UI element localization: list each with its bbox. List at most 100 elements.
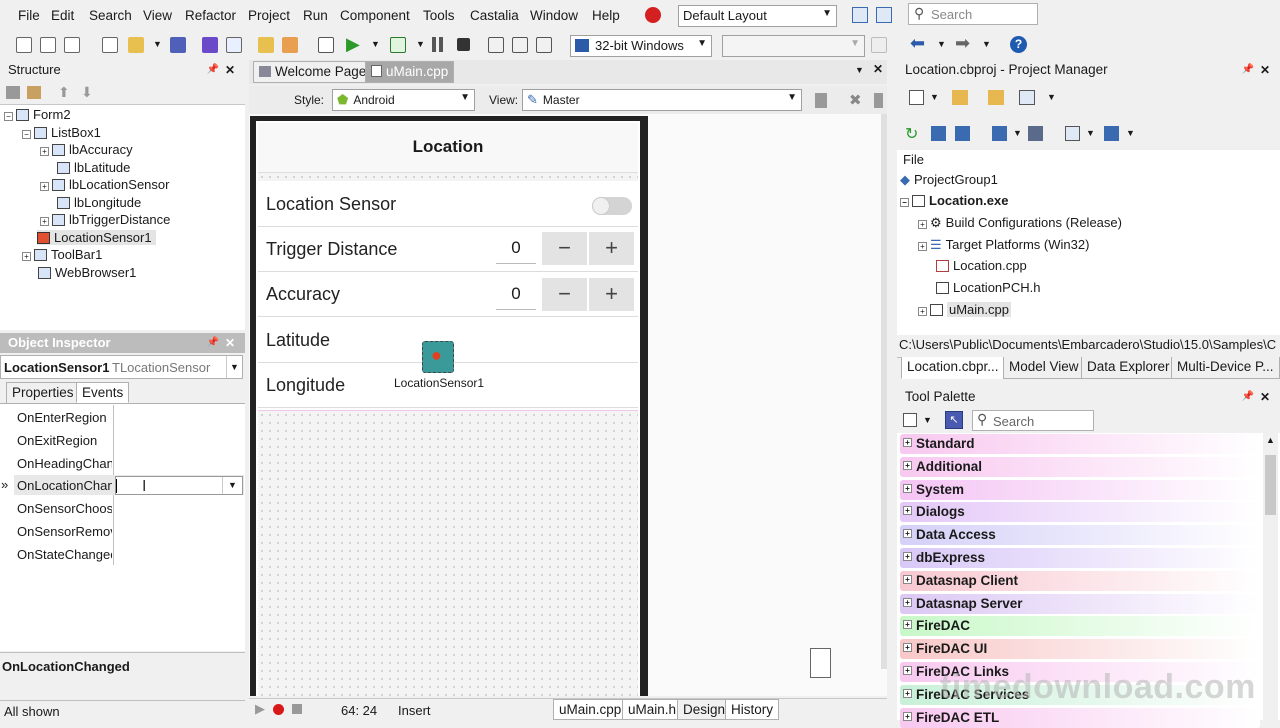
event-onsensorchoosing[interactable]: OnSensorChoos	[17, 501, 112, 516]
menu-tools[interactable]: Tools	[423, 8, 455, 23]
expand-icon[interactable]: +	[903, 666, 912, 675]
expand-icon[interactable]: +	[903, 574, 912, 584]
tab-multi-device-preview[interactable]: Multi-Device P...	[1171, 357, 1280, 379]
menu-file[interactable]: File	[18, 8, 40, 23]
open-project-icon[interactable]	[258, 37, 274, 53]
tab-data-explorer[interactable]: Data Explorer	[1081, 357, 1176, 379]
palette-category[interactable]: + Datasnap Client	[900, 570, 1260, 591]
menu-castalia[interactable]: Castalia	[470, 8, 519, 23]
new-icon[interactable]	[16, 37, 32, 53]
menu-run[interactable]: Run	[303, 8, 328, 23]
tab-location-cbproj[interactable]: Location.cbpr...	[901, 357, 1005, 379]
help-icon[interactable]: ?	[1010, 36, 1027, 53]
tab-events[interactable]: Events	[76, 382, 130, 403]
palette-category[interactable]: + FireDAC	[900, 616, 1260, 637]
expand-icon[interactable]: +	[918, 220, 927, 229]
view-options-icon[interactable]	[815, 93, 827, 108]
expand-icon[interactable]: +	[903, 711, 912, 721]
menu-window[interactable]: Window	[530, 8, 578, 23]
event-handler-input[interactable]: ▼	[115, 476, 243, 495]
record-macro-icon[interactable]	[273, 704, 284, 715]
view-options-icon[interactable]	[1019, 90, 1035, 105]
close-file-icon[interactable]	[226, 37, 242, 53]
nonvisual-component-icon[interactable]	[810, 648, 831, 678]
scrollbar-thumb[interactable]	[1265, 455, 1276, 515]
pin-icon[interactable]: 📌	[207, 60, 219, 80]
run-icon[interactable]: ▶	[346, 34, 360, 55]
expand-icon[interactable]: +	[903, 438, 912, 447]
pause-icon[interactable]	[432, 37, 436, 52]
event-onstatechanged[interactable]: OnStateChangec	[17, 547, 112, 562]
stop-icon[interactable]	[457, 38, 470, 51]
tab-umain-cpp[interactable]: uMain.cpp	[365, 61, 455, 83]
expand-icon[interactable]: +	[22, 252, 31, 261]
collapse-icon[interactable]: −	[900, 198, 909, 207]
chevron-down-icon[interactable]: ▼	[982, 39, 991, 49]
view-combo[interactable]: ✎ Master ▼	[522, 89, 802, 111]
step-over-icon[interactable]	[488, 37, 504, 53]
expand-icon[interactable]: +	[903, 506, 912, 516]
deploy-icon[interactable]	[1104, 126, 1119, 141]
chevron-down-icon[interactable]: ▼	[153, 39, 162, 49]
new-items-icon[interactable]	[102, 37, 118, 53]
bottom-tab-umain-cpp[interactable]: uMain.cpp	[553, 699, 628, 720]
expand-icon[interactable]: +	[903, 620, 912, 630]
chevron-down-icon[interactable]: ▼	[1086, 128, 1095, 138]
platform-combo[interactable]: 32-bit Windows ▼	[570, 35, 712, 57]
palette-category[interactable]: + FireDAC ETL	[900, 707, 1260, 728]
play-macro-icon[interactable]: ▶	[255, 701, 265, 717]
castalia-icon[interactable]	[645, 7, 661, 23]
trigger-plus-button[interactable]: +	[589, 232, 634, 265]
palette-category[interactable]: + Additional	[900, 456, 1260, 477]
chevron-down-icon[interactable]: ▼	[923, 415, 932, 425]
event-onheadingchanged[interactable]: OnHeadingChan	[17, 456, 112, 471]
add-folder-icon[interactable]	[952, 90, 968, 105]
accuracy-plus-button[interactable]: +	[589, 278, 634, 311]
accuracy-value[interactable]: 0	[496, 280, 536, 310]
chevron-down-icon[interactable]: ▼	[930, 92, 939, 102]
palette-category[interactable]: + Datasnap Server	[900, 593, 1260, 614]
save-icon[interactable]	[170, 37, 186, 53]
save-all-icon[interactable]	[202, 37, 218, 53]
collapse-all-icon[interactable]	[955, 126, 970, 141]
menu-component[interactable]: Component	[340, 8, 410, 23]
expand-icon[interactable]: +	[40, 147, 49, 156]
trace-into-icon[interactable]	[512, 37, 528, 53]
expand-icon[interactable]: +	[903, 529, 912, 539]
palette-category[interactable]: + System	[900, 479, 1260, 500]
tree-node-locationsensor1[interactable]: LocationSensor1	[37, 230, 156, 245]
expand-icon[interactable]: +	[40, 217, 49, 226]
menu-help[interactable]: Help	[592, 8, 620, 23]
pin-icon[interactable]: 📌	[1242, 60, 1254, 80]
menu-view[interactable]: View	[143, 8, 172, 23]
tree-node-webbrowser1[interactable]: WebBrowser1	[38, 265, 136, 280]
run-to-cursor-icon[interactable]	[536, 37, 552, 53]
save-layout-icon[interactable]	[852, 7, 868, 23]
collapse-icon[interactable]: −	[4, 112, 13, 121]
desktop-icon[interactable]	[876, 7, 892, 23]
config-combo[interactable]: ▼	[722, 35, 865, 57]
ide-search-input[interactable]: ⚲ Search	[908, 3, 1038, 25]
chevron-down-icon[interactable]: ▼	[937, 39, 946, 49]
sort-icon[interactable]	[992, 126, 1007, 141]
run-without-debug-icon[interactable]	[390, 37, 406, 53]
close-icon[interactable]: ✕	[1260, 60, 1270, 80]
device-icon[interactable]	[871, 37, 887, 53]
pin-icon[interactable]: 📌	[1242, 387, 1254, 407]
trigger-distance-value[interactable]: 0	[496, 234, 536, 264]
project-node-location-cpp[interactable]: Location.cpp	[936, 258, 1027, 273]
expand-icon[interactable]: +	[903, 597, 912, 607]
cursor-select-icon[interactable]: ↖	[945, 411, 963, 429]
palette-category[interactable]: + FireDAC UI	[900, 639, 1260, 660]
arrow-up-icon[interactable]: ⬆	[58, 84, 70, 101]
tab-properties[interactable]: Properties	[6, 382, 80, 403]
tree-node-listbox1[interactable]: − ListBox1	[22, 125, 101, 140]
palette-search-input[interactable]: ⚲ Search	[972, 410, 1094, 431]
chevron-down-icon[interactable]: ▼	[1047, 92, 1056, 102]
pin-icon[interactable]: 📌	[207, 333, 219, 353]
palette-category[interactable]: + Standard	[900, 434, 1260, 454]
scroll-up-icon[interactable]: ▲	[1266, 435, 1275, 445]
chevron-down-icon[interactable]: ▼	[226, 356, 242, 378]
project-node-umain-cpp[interactable]: + uMain.cpp	[918, 302, 1011, 317]
delete-view-icon[interactable]	[874, 93, 883, 108]
